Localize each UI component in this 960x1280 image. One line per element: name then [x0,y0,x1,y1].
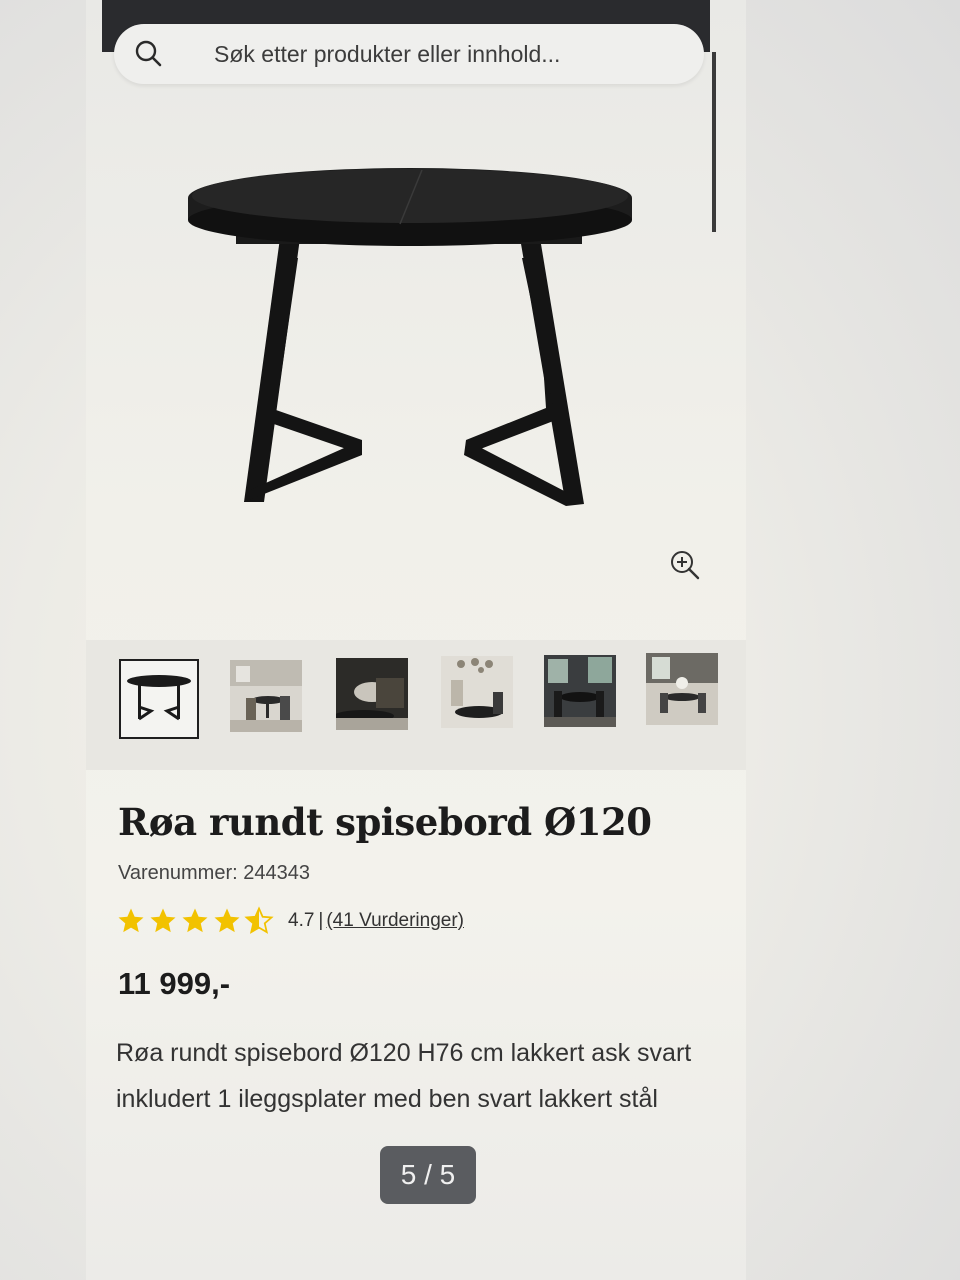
thumbnail-pendant-lamp-room[interactable] [441,656,513,728]
star-full-icon [150,908,176,933]
product-description: Røa rundt spisebord Ø120 H76 cm lakkert … [116,1039,692,1113]
search-icon[interactable] [134,39,164,69]
thumbnail-table-product[interactable] [119,659,199,739]
product-price: 11 999,- [118,966,231,1001]
rating-row: 4.7 | (41 Vurderinger) [116,904,464,938]
star-rating [116,906,274,936]
search-bar[interactable] [114,24,704,84]
star-full-icon [118,908,144,933]
star-full-icon [214,908,240,933]
main-product-image[interactable] [100,110,720,630]
reviews-link[interactable]: (41 Vurderinger) [326,910,464,932]
product-title: Røa rundt spisebord Ø120 [118,800,652,844]
thumbnail-dark-dining-room[interactable] [544,655,616,727]
thumbnail-dining-room[interactable] [230,660,302,732]
rating-value: 4.7 [288,910,315,931]
image-counter: 5 / 5 [380,1146,476,1204]
star-full-icon [182,908,208,933]
thumbnail-bright-dining-room[interactable] [646,653,718,725]
thumbnail-sofa-room[interactable] [336,658,408,730]
product-sku: Varenummer: 244343 [118,862,310,884]
search-input[interactable] [212,39,686,69]
rating-separator: | [318,910,324,931]
zoom-in-icon[interactable] [668,548,702,582]
star-half-icon [244,906,274,934]
